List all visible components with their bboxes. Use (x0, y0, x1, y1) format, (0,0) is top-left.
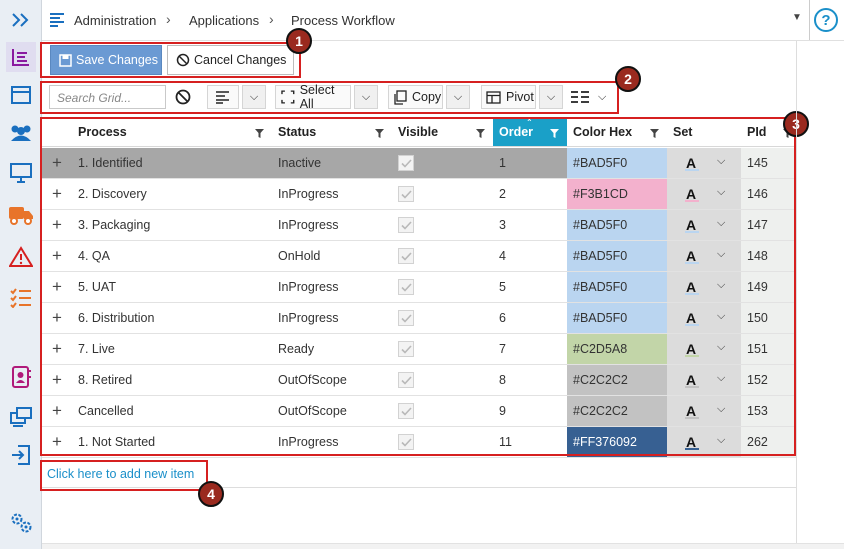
checklist-icon (10, 288, 31, 308)
dropdown-arrow-icon[interactable]: ▼ (792, 12, 802, 23)
callout-box-1 (40, 42, 301, 78)
sidebar-item-devices[interactable] (6, 402, 36, 432)
sidebar-item-monitor[interactable] (6, 158, 36, 188)
question-icon: ? (821, 11, 831, 29)
status-bar (42, 543, 844, 549)
warning-icon (9, 246, 33, 267)
sidebar-item-delivery[interactable] (6, 200, 36, 230)
sidebar (0, 0, 42, 549)
list-icon (50, 13, 64, 27)
window-icon (11, 86, 31, 104)
chevron-right-icon: › (269, 11, 274, 27)
breadcrumb-process-workflow: Process Workflow (291, 13, 395, 28)
sidebar-item-settings[interactable] (6, 508, 36, 538)
delivery-truck-icon (9, 207, 33, 225)
top-bar: Administration › Applications › Process … (42, 0, 844, 41)
sidebar-item-checklist[interactable] (6, 282, 36, 312)
divider (809, 0, 810, 40)
help-button[interactable]: ? (814, 8, 838, 32)
callout-box-3 (40, 117, 796, 456)
expand-sidebar-button[interactable] (6, 5, 36, 35)
gears-icon (11, 513, 32, 533)
grid-right-border (796, 41, 797, 549)
double-chevron-right-icon (12, 13, 29, 27)
list-icon (12, 49, 29, 66)
callout-box-4 (40, 460, 208, 491)
monitor-icon (10, 163, 32, 183)
sidebar-item-login[interactable] (6, 440, 36, 470)
sidebar-item-warning[interactable] (6, 242, 36, 272)
chevron-right-icon: › (166, 11, 171, 27)
callout-box-2 (40, 81, 619, 114)
sidebar-item-window[interactable] (6, 80, 36, 110)
login-icon (12, 445, 30, 465)
sidebar-item-contacts[interactable] (6, 362, 36, 392)
sidebar-item-users[interactable] (6, 118, 36, 148)
sidebar-item-list[interactable] (6, 42, 36, 72)
callout-badge-2: 2 (615, 66, 641, 92)
callout-badge-1: 1 (286, 28, 312, 54)
callout-badge-4: 4 (198, 481, 224, 507)
contacts-icon (12, 366, 31, 388)
devices-icon (10, 407, 32, 427)
breadcrumb-administration[interactable]: Administration (74, 13, 156, 28)
users-icon (11, 125, 31, 141)
breadcrumb-applications[interactable]: Applications (189, 13, 259, 28)
